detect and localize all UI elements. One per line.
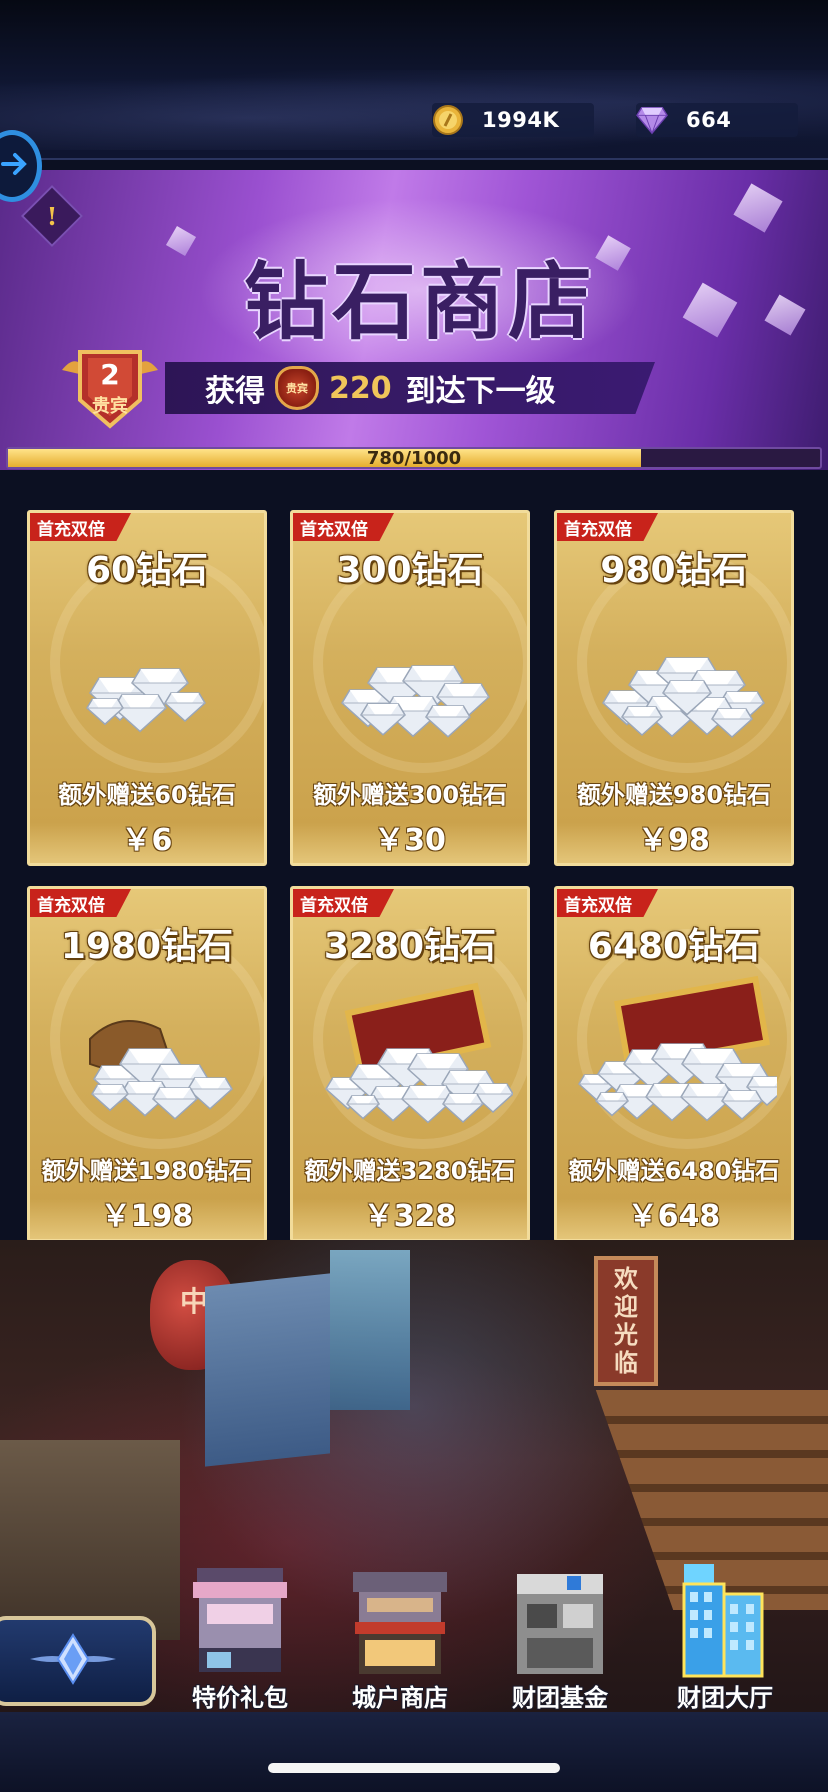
welcome-sign: 欢 迎 光 临 — [594, 1256, 658, 1386]
sign-char: 光 — [614, 1321, 638, 1349]
diamond-icon — [711, 708, 753, 739]
vip-progress-bar: 780/1000 — [6, 447, 822, 469]
vip-level-badge: 2 贵宾 — [58, 340, 162, 430]
big-treasure-chest-icon — [577, 969, 788, 1129]
pack-bonus: 额外赠送3280钻石 — [304, 1157, 516, 1185]
diamond-icon — [113, 694, 167, 733]
medium-diamond-pile-icon — [313, 593, 513, 753]
next-level-ribbon: 获得 贵宾 220 到达下一级 — [165, 362, 655, 414]
gift-shop-icon — [185, 1560, 295, 1680]
purple-diamond-icon — [636, 104, 668, 136]
coin-counter[interactable]: 1994K — [432, 103, 594, 137]
gem-amount: 664 — [686, 108, 732, 132]
diamond-icon — [91, 1084, 129, 1112]
diamond-icon — [621, 706, 663, 737]
sign-char: 欢 — [614, 1265, 638, 1293]
lantern-text: 中 — [180, 1285, 209, 1318]
nav-city-store[interactable]: 城户商店 — [330, 1560, 470, 1712]
first-recharge-double-tag: 首充双倍 — [293, 889, 394, 917]
diamond-icon — [346, 1095, 380, 1120]
ribbon-prefix: 获得 — [205, 374, 265, 409]
pack-bonus: 额外赠送6480钻石 — [568, 1157, 780, 1185]
first-recharge-double-tag: 首充双倍 — [30, 889, 131, 917]
crystal-decoration — [682, 282, 738, 338]
crystal-emblem-icon — [28, 1629, 118, 1693]
crate-decoration — [0, 1440, 180, 1640]
vip-mini-badge-icon: 贵宾 — [275, 366, 319, 410]
pack-bonus: 额外赠送300钻石 — [312, 781, 508, 809]
first-recharge-double-tag: 首充双倍 — [30, 513, 131, 541]
home-indicator[interactable] — [268, 1763, 560, 1773]
vip-level-number: 2 — [100, 358, 120, 391]
diamond-pack-card[interactable]: 首充双倍 60钻石额外赠送60钻石 ￥6 — [27, 510, 267, 866]
diamond-pack-card[interactable]: 首充双倍 3280钻石额外赠送3280钻石 ￥328 — [290, 886, 530, 1242]
crystal-decoration — [733, 183, 783, 233]
vending-machine-decoration — [205, 1273, 330, 1467]
diamond-pack-card[interactable]: 首充双倍 6480钻石额外赠送6480钻石 ￥648 — [554, 886, 794, 1242]
diamond-icon — [164, 692, 206, 723]
pack-price[interactable]: ￥648 — [557, 1191, 791, 1235]
diamond-icon — [425, 705, 471, 738]
pack-bonus: 额外赠送60钻石 — [58, 781, 236, 809]
gem-counter[interactable]: 664 — [636, 103, 798, 137]
pack-price[interactable]: ￥6 — [30, 815, 264, 859]
pack-price[interactable]: ￥198 — [30, 1191, 264, 1235]
large-diamond-pile-icon — [577, 593, 777, 753]
pack-price[interactable]: ￥328 — [293, 1191, 527, 1235]
first-recharge-double-tag: 首充双倍 — [557, 889, 658, 917]
diamond-icon — [442, 1093, 484, 1124]
points-needed: 220 — [329, 370, 392, 406]
nav-label: 财团大厅 — [677, 1684, 773, 1712]
pack-name: 6480钻石 — [587, 926, 761, 967]
sign-char: 迎 — [614, 1293, 638, 1321]
pack-price[interactable]: ￥98 — [557, 815, 791, 859]
crystal-decoration — [764, 294, 806, 336]
diamond-icon — [187, 1077, 233, 1110]
vip-mini-label: 贵宾 — [286, 382, 308, 395]
window-decoration — [330, 1250, 410, 1410]
nav-label: 城户商店 — [352, 1684, 448, 1712]
pack-name: 1980钻石 — [60, 926, 234, 967]
pack-name: 60钻石 — [85, 550, 209, 591]
nav-label: 特价礼包 — [192, 1684, 288, 1712]
treasure-chest-icon — [313, 969, 514, 1129]
pack-name: 980钻石 — [600, 550, 748, 591]
vip-level-label: 贵宾 — [92, 396, 128, 417]
diamond-pack-card[interactable]: 首充双倍 300钻石额外赠送300钻石 ￥30 — [290, 510, 530, 866]
store-icon — [345, 1560, 455, 1680]
nav-label: 财团基金 — [512, 1684, 608, 1712]
pack-bonus: 额外赠送1980钻石 — [41, 1157, 253, 1185]
pack-bonus: 额外赠送980钻石 — [576, 781, 772, 809]
diamond-icon — [152, 1087, 198, 1120]
hall-building-icon — [670, 1560, 780, 1680]
fund-building-icon — [505, 1560, 615, 1680]
first-recharge-double-tag: 首充双倍 — [293, 513, 394, 541]
nav-gift-pack[interactable]: 特价礼包 — [170, 1560, 310, 1712]
diamond-icon — [721, 1090, 763, 1121]
exclamation-icon: ! — [46, 201, 58, 231]
bottom-nav-strip — [0, 1712, 828, 1792]
diamond-icon — [360, 703, 406, 736]
gold-coin-icon — [432, 104, 464, 136]
sign-char: 临 — [614, 1349, 638, 1377]
diamond-icon — [86, 698, 124, 726]
small-diamond-pile-icon — [50, 593, 250, 753]
pack-name: 3280钻石 — [323, 926, 497, 967]
page-title: 钻石商店 — [243, 253, 596, 351]
progress-label: 780/1000 — [366, 447, 462, 469]
arrow-right-icon — [1, 150, 29, 182]
main-menu-button[interactable] — [0, 1616, 156, 1706]
nav-consortium-hall[interactable]: 财团大厅 — [655, 1560, 795, 1712]
ribbon-suffix: 到达下一级 — [405, 374, 556, 409]
pack-price[interactable]: ￥30 — [293, 815, 527, 859]
diamond-pack-card[interactable]: 首充双倍 980钻石额外赠送980钻石 ￥98 — [554, 510, 794, 866]
pack-name: 300钻石 — [336, 550, 484, 591]
first-recharge-double-tag: 首充双倍 — [557, 513, 658, 541]
crystal-decoration — [165, 225, 197, 257]
diamond-icon — [595, 1092, 629, 1117]
coin-amount: 1994K — [482, 108, 560, 132]
nav-consortium-fund[interactable]: 财团基金 — [490, 1560, 630, 1712]
diamond-sack-icon — [50, 969, 250, 1129]
diamond-pack-card[interactable]: 首充双倍 1980钻石额外赠送1980钻石 ￥198 — [27, 886, 267, 1242]
